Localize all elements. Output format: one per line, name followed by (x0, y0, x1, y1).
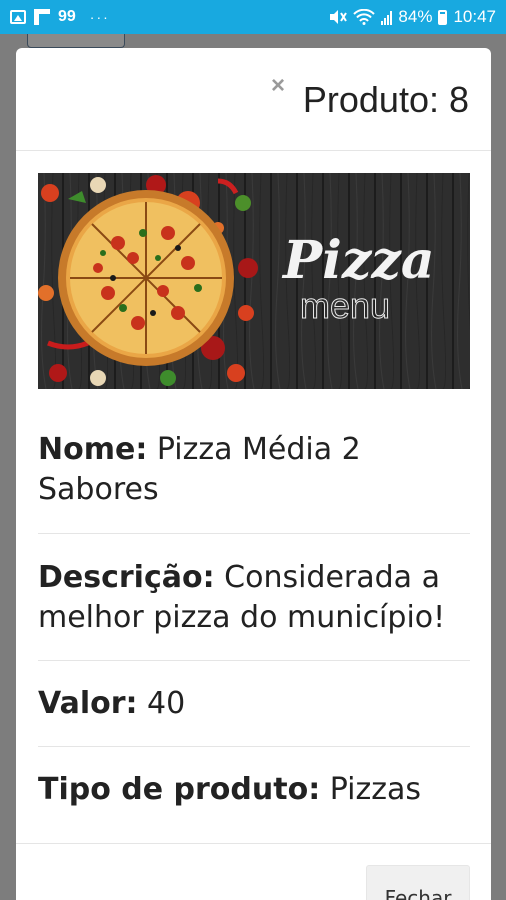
product-price-row: Valor: 40 (38, 684, 470, 724)
status-right: 84% 10:47 (329, 7, 496, 27)
modal-footer-divider (16, 843, 491, 844)
signal-icon (381, 10, 393, 25)
gallery-icon (10, 10, 26, 24)
clock: 10:47 (453, 7, 496, 26)
modal-title: Produto: 8 (302, 79, 469, 120)
notification-count: 99 (58, 8, 76, 25)
flipboard-icon (34, 9, 50, 25)
status-left: 99 ··· (10, 8, 110, 26)
battery-icon (438, 9, 448, 25)
pizza-menu-banner: Pizza menu (38, 173, 470, 389)
background-button (27, 34, 125, 48)
close-button[interactable]: Fechar (366, 865, 470, 900)
product-price-label: Valor: (38, 686, 138, 721)
status-bar: 99 ··· 84% 10:47 (0, 0, 506, 34)
product-name-label: Nome: (38, 432, 148, 467)
product-type-row: Tipo de produto: Pizzas (38, 770, 470, 810)
product-type-label: Tipo de produto: (38, 772, 321, 807)
banner-sub-text: menu (300, 285, 390, 326)
banner-script-text: Pizza (281, 230, 435, 291)
battery-percent: 84% (398, 7, 433, 26)
wifi-icon (353, 9, 376, 25)
close-icon[interactable]: × (271, 74, 285, 98)
mute-icon (330, 10, 348, 24)
divider (38, 533, 470, 534)
pizza-banner-image: Pizza menu (38, 173, 470, 389)
divider (38, 746, 470, 747)
modal-header: × Produto: 8 (16, 48, 491, 151)
product-description-label: Descrição: (38, 560, 215, 595)
product-price-value: 40 (137, 686, 186, 721)
product-modal: × Produto: 8 Pizza menu Nome: Pizza Médi… (16, 48, 491, 900)
more-notifications-icon: ··· (89, 9, 110, 25)
product-description-row: Descrição: Considerada a melhor pizza do… (38, 558, 470, 638)
divider (38, 660, 470, 661)
product-name-row: Nome: Pizza Média 2 Sabores (38, 430, 470, 510)
product-type-value: Pizzas (320, 772, 422, 807)
